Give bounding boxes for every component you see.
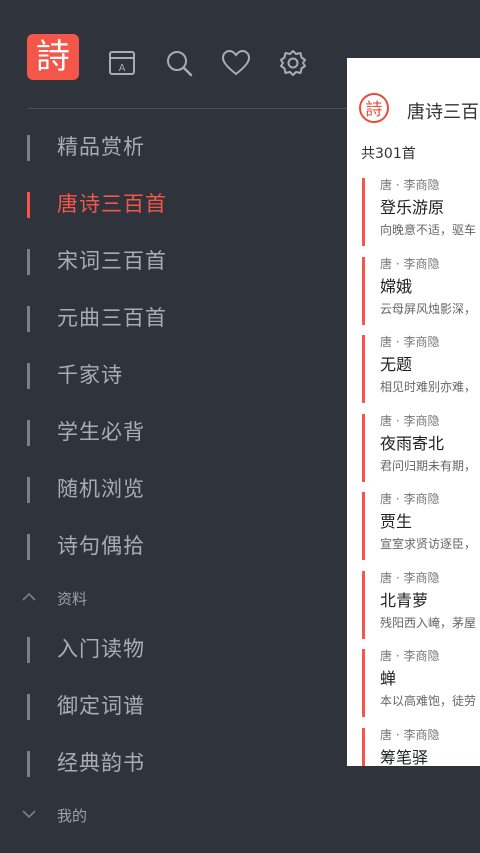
section-resources-header[interactable]: 资料 xyxy=(0,584,340,614)
poem-list-item[interactable]: 唐 · 李商隐 北青萝 残阳西入崦，茅屋 xyxy=(347,569,480,641)
nav-label: 千家诗 xyxy=(57,363,123,387)
nav-item-qianjiashi[interactable]: 千家诗 xyxy=(0,355,340,399)
chevron-down-icon xyxy=(22,810,36,819)
poem-excerpt: 向晚意不适，驱车 xyxy=(380,223,477,237)
nav-item-featured[interactable]: 精品赏析 xyxy=(0,127,340,171)
nav-item-tang-300[interactable]: 唐诗三百首 xyxy=(0,184,340,228)
section-label: 资料 xyxy=(57,590,88,608)
app-logo[interactable]: 詩 xyxy=(27,34,79,80)
nav-label: 经典韵书 xyxy=(57,751,145,775)
settings-icon[interactable] xyxy=(278,48,308,78)
nav-item-random[interactable]: 随机浏览 xyxy=(0,469,340,513)
nav-item-primer[interactable]: 入门读物 xyxy=(0,629,340,673)
poem-excerpt: 君问归期未有期， xyxy=(380,459,477,473)
poem-list-item[interactable]: 唐 · 李商隐 无题 相见时难别亦难， xyxy=(347,333,480,405)
poem-indicator xyxy=(362,414,365,482)
poem-list-item[interactable]: 唐 · 李商隐 蝉 本以高难饱，徒劳 xyxy=(347,647,480,719)
poem-list-item[interactable]: 唐 · 李商隐 贾生 宣室求贤访逐臣， xyxy=(347,490,480,562)
poem-excerpt: 相见时难别亦难， xyxy=(380,380,477,394)
nav-item-yuan-300[interactable]: 元曲三百首 xyxy=(0,298,340,342)
nav-label: 御定词谱 xyxy=(57,694,145,718)
poem-title: 蝉 xyxy=(380,669,397,688)
nav-indicator xyxy=(27,363,30,389)
poem-list-item[interactable]: 唐 · 李商隐 嫦娥 云母屏风烛影深， xyxy=(347,255,480,327)
panel-title: 唐诗三百首 xyxy=(407,102,480,123)
toolbar-divider xyxy=(27,108,347,109)
poem-excerpt: 本以高难饱，徒劳 xyxy=(380,694,477,708)
heart-icon[interactable] xyxy=(221,48,251,78)
poem-author: 唐 · 李商隐 xyxy=(380,571,440,585)
poem-indicator xyxy=(362,649,365,717)
poem-excerpt: 残阳西入崦，茅屋 xyxy=(380,616,477,630)
svg-text:A: A xyxy=(119,63,126,74)
nav-indicator xyxy=(27,420,30,446)
poem-author: 唐 · 李商隐 xyxy=(380,728,440,742)
nav-indicator xyxy=(27,694,30,720)
poem-author: 唐 · 李商隐 xyxy=(380,335,440,349)
nav-item-ci-pu[interactable]: 御定词谱 xyxy=(0,686,340,730)
nav-label: 元曲三百首 xyxy=(57,306,167,330)
nav-label: 入门读物 xyxy=(57,637,145,661)
poem-title: 筹笔驿 xyxy=(380,748,429,766)
poem-indicator xyxy=(362,492,365,560)
poem-title: 北青萝 xyxy=(380,591,429,610)
nav-label: 学生必背 xyxy=(57,420,145,444)
search-icon[interactable] xyxy=(164,48,194,78)
section-label: 我的 xyxy=(57,807,88,825)
nav-item-student[interactable]: 学生必背 xyxy=(0,412,340,456)
poem-excerpt: 宣室求贤访逐臣， xyxy=(380,537,477,551)
nav-indicator xyxy=(27,751,30,777)
nav-indicator xyxy=(27,477,30,503)
poem-author: 唐 · 李商隐 xyxy=(380,492,440,506)
poem-title: 登乐游原 xyxy=(380,198,445,217)
poem-title: 夜雨寄北 xyxy=(380,434,445,453)
poem-indicator xyxy=(362,728,365,766)
nav-indicator xyxy=(27,534,30,560)
poem-title: 贾生 xyxy=(380,512,413,531)
poem-author: 唐 · 李商隐 xyxy=(380,178,440,192)
nav-item-rhyme-books[interactable]: 经典韵书 xyxy=(0,743,340,787)
poem-indicator xyxy=(362,335,365,403)
poem-title: 无题 xyxy=(380,355,413,374)
calendar-icon[interactable]: A xyxy=(107,48,137,78)
section-mine-header[interactable]: 我的 xyxy=(0,801,340,831)
nav-label: 宋词三百首 xyxy=(57,249,167,273)
content-panel-preview[interactable]: 詩 唐诗三百首 共301首 唐 · 李商隐 登乐游原 向晚意不适，驱车 唐 · … xyxy=(347,58,480,766)
nav-indicator xyxy=(27,249,30,275)
nav-indicator xyxy=(27,135,30,161)
nav-label: 随机浏览 xyxy=(57,477,145,501)
nav-indicator xyxy=(27,306,30,332)
poem-indicator xyxy=(362,178,365,246)
poem-indicator xyxy=(362,257,365,325)
chevron-up-icon xyxy=(22,592,36,601)
poem-list-item[interactable]: 唐 · 李商隐 筹笔驿 xyxy=(347,726,480,766)
panel-header: 詩 唐诗三百首 xyxy=(347,58,480,128)
poem-indicator xyxy=(362,571,365,639)
poem-excerpt: 云母屏风烛影深， xyxy=(380,302,477,316)
nav-indicator xyxy=(27,192,30,218)
poem-list-item[interactable]: 唐 · 李商隐 登乐游原 向晚意不适，驱车 xyxy=(347,176,480,248)
nav-item-song-300[interactable]: 宋词三百首 xyxy=(0,241,340,285)
nav-label: 诗句偶拾 xyxy=(57,534,145,558)
poem-count: 共301首 xyxy=(361,146,416,162)
poem-author: 唐 · 李商隐 xyxy=(380,414,440,428)
poem-list-item[interactable]: 唐 · 李商隐 夜雨寄北 君问归期未有期， xyxy=(347,412,480,484)
nav-label: 精品赏析 xyxy=(57,135,145,159)
poem-title: 嫦娥 xyxy=(380,277,413,296)
nav-label: 唐诗三百首 xyxy=(57,192,167,216)
nav-indicator xyxy=(27,637,30,663)
seal-logo: 詩 xyxy=(359,93,389,123)
nav-item-verses[interactable]: 诗句偶拾 xyxy=(0,526,340,570)
poem-author: 唐 · 李商隐 xyxy=(380,257,440,271)
poem-author: 唐 · 李商隐 xyxy=(380,649,440,663)
